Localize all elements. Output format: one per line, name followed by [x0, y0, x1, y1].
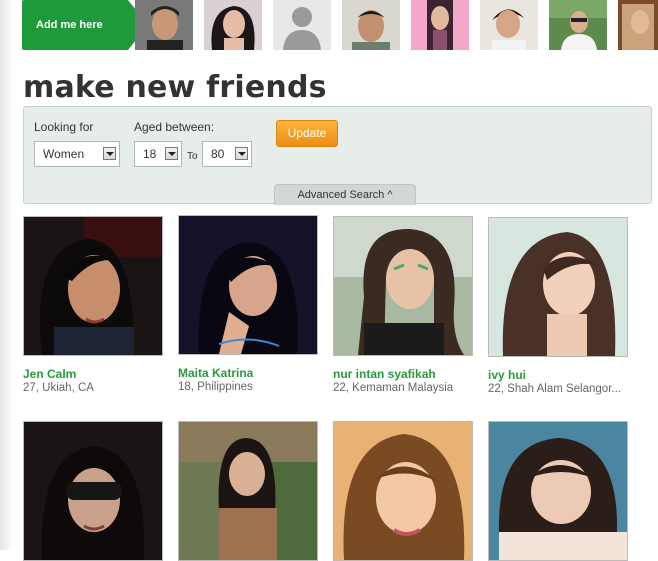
age-min-value: 18 [143, 147, 157, 161]
chevron-down-icon [103, 147, 116, 160]
profile-card: Jen Calm 27, Ukiah, CA [23, 216, 163, 394]
looking-for-select[interactable]: Women [34, 141, 120, 167]
profile-card: nur intan syafikah 22, Kemaman Malaysia [333, 216, 473, 394]
profile-card [23, 421, 163, 561]
profile-photo[interactable] [488, 217, 628, 357]
update-button[interactable]: Update [276, 120, 338, 147]
profile-card [488, 421, 628, 561]
looking-for-value: Women [43, 147, 85, 161]
looking-for-label: Looking for [34, 120, 94, 134]
member-thumb[interactable] [618, 0, 658, 50]
member-thumb[interactable] [135, 0, 193, 50]
profile-card: Maita Katrina 18, Philippines [178, 215, 318, 393]
profile-photo[interactable] [23, 216, 163, 356]
profile-photo[interactable] [333, 216, 473, 356]
advanced-search-toggle[interactable]: Advanced Search ^ [274, 184, 416, 205]
profile-info: 18, Philippines [178, 381, 253, 393]
member-thumb[interactable] [411, 0, 469, 50]
profile-photo[interactable] [178, 215, 318, 355]
member-thumb[interactable] [480, 0, 538, 50]
chevron-down-icon [235, 147, 248, 160]
profile-card [178, 421, 318, 561]
age-min-select[interactable]: 18 [134, 141, 182, 167]
member-thumb[interactable] [204, 0, 262, 50]
profile-name[interactable]: Jen Calm [23, 367, 163, 381]
chevron-down-icon [165, 147, 178, 160]
member-thumb[interactable] [549, 0, 607, 50]
profile-name[interactable]: ivy hui [488, 368, 628, 382]
member-strip: Add me here [22, 0, 658, 50]
profile-photo[interactable] [178, 421, 318, 561]
member-thumb[interactable] [342, 0, 400, 50]
left-border [0, 0, 13, 550]
profile-photo[interactable] [23, 421, 163, 561]
add-me-button[interactable]: Add me here [22, 0, 128, 50]
aged-between-label: Aged between: [134, 120, 215, 134]
age-max-select[interactable]: 80 [202, 141, 252, 167]
profile-info: 27, Ukiah, CA [23, 382, 94, 394]
add-me-label: Add me here [36, 19, 103, 31]
profile-name[interactable]: Maita Katrina [178, 366, 318, 380]
profile-info: 22, Kemaman Malaysia [333, 382, 454, 394]
profile-card [333, 421, 473, 561]
page-title: make new friends [23, 70, 327, 105]
member-thumb-placeholder[interactable] [273, 0, 331, 50]
profile-card: ivy hui 22, Shah Alam Selangor... [488, 217, 628, 395]
age-to-label: To [187, 151, 198, 162]
profile-info: 22, Shah Alam Selangor... [488, 383, 621, 395]
profile-photo[interactable] [333, 421, 473, 561]
age-max-value: 80 [211, 147, 225, 161]
profile-photo[interactable] [488, 421, 628, 561]
profile-name[interactable]: nur intan syafikah [333, 367, 473, 381]
search-panel: Looking for Women Aged between: 18 To 80… [23, 106, 652, 205]
